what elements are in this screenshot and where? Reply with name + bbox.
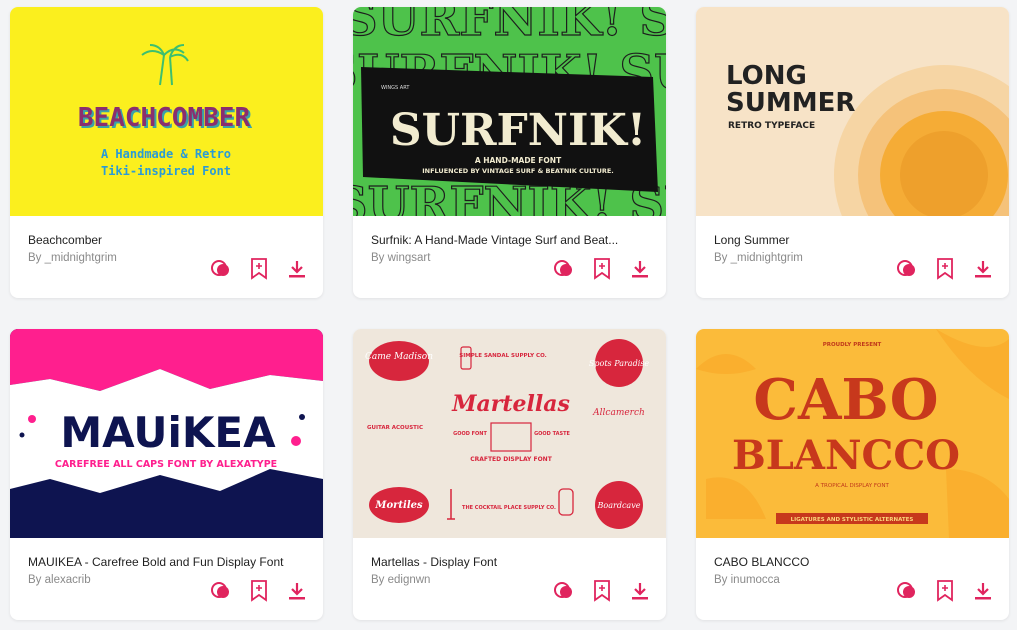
thumb-subline: CAREFREE ALL CAPS FONT BY ALEXATYPE xyxy=(55,459,277,470)
font-card[interactable]: LONG SUMMER RETRO TYPEFACE Long Summer B… xyxy=(696,7,1009,298)
card-actions xyxy=(209,579,309,603)
thumb-subline: A HAND-MADE FONT xyxy=(475,156,562,165)
download-icon xyxy=(289,583,305,600)
download-icon xyxy=(289,261,305,278)
bookmark-add-icon xyxy=(251,580,267,602)
font-card[interactable]: Came Madison Spots Paradise SIMPLE SANDA… xyxy=(353,329,666,620)
card-actions xyxy=(552,257,652,281)
bookmark-add-icon xyxy=(594,258,610,280)
thumb-subline: Tiki-inspired Font xyxy=(101,164,231,178)
thumb-headline: MAUiKEA xyxy=(60,408,276,457)
font-preview-image[interactable]: SURFNIK! SU SURFNIK! SU SURFNIK! SUR WIN… xyxy=(353,7,666,216)
svg-text:LIGATURES AND STYLISTIC ALTERN: LIGATURES AND STYLISTIC ALTERNATES xyxy=(791,517,914,523)
svg-text:A TROPICAL DISPLAY FONT: A TROPICAL DISPLAY FONT xyxy=(815,483,889,489)
font-author[interactable]: By edignwn xyxy=(371,574,430,586)
card-actions xyxy=(209,257,309,281)
font-card[interactable]: BEACHCOMBER BEACHCOMBER A Handmade & Ret… xyxy=(10,7,323,298)
font-preview-image[interactable]: MAUiKEA CAREFREE ALL CAPS FONT BY ALEXAT… xyxy=(10,329,323,538)
svg-text:GOOD TASTE: GOOD TASTE xyxy=(534,431,570,437)
thumb-subline: RETRO TYPEFACE xyxy=(728,121,815,131)
thumb-brand: WINGS ART xyxy=(381,85,410,91)
font-author[interactable]: By _midnightgrim xyxy=(28,252,117,264)
colors-button[interactable] xyxy=(895,257,919,281)
colors-icon xyxy=(211,260,229,276)
svg-text:Boardcave: Boardcave xyxy=(597,501,641,510)
svg-text:SURFNIK! SU: SURFNIK! SU xyxy=(353,7,666,47)
download-icon xyxy=(975,583,991,600)
download-button[interactable] xyxy=(628,257,652,281)
svg-text:GOOD FONT: GOOD FONT xyxy=(453,431,487,437)
colors-button[interactable] xyxy=(552,257,576,281)
colors-icon xyxy=(211,582,229,598)
font-title[interactable]: CABO BLANCCO xyxy=(714,555,994,569)
svg-text:Allcamerch: Allcamerch xyxy=(592,408,645,418)
thumb-headline: LONG xyxy=(726,61,807,91)
font-card[interactable]: SURFNIK! SU SURFNIK! SU SURFNIK! SUR WIN… xyxy=(353,7,666,298)
font-author[interactable]: By inumocca xyxy=(714,574,780,586)
card-actions xyxy=(895,579,995,603)
font-title[interactable]: Beachcomber xyxy=(28,233,308,247)
thumb-headline: BLANCCO xyxy=(732,432,960,479)
card-actions xyxy=(552,579,652,603)
font-title[interactable]: Long Summer xyxy=(714,233,994,247)
thumb-subline: CRAFTED DISPLAY FONT xyxy=(470,456,553,463)
colors-icon xyxy=(897,260,915,276)
bookmark-button[interactable] xyxy=(247,579,271,603)
bookmark-add-icon xyxy=(594,580,610,602)
download-icon xyxy=(632,261,648,278)
download-button[interactable] xyxy=(971,579,995,603)
download-button[interactable] xyxy=(285,257,309,281)
svg-text:GUITAR ACOUSTIC: GUITAR ACOUSTIC xyxy=(367,425,423,431)
font-card[interactable]: PROUDLY PRESENT CABO BLANCCO A TROPICAL … xyxy=(696,329,1009,620)
thumb-subline: INFLUENCED BY VINTAGE SURF & BEATNIK CUL… xyxy=(422,167,614,175)
card-actions xyxy=(895,257,995,281)
font-preview-image[interactable]: Came Madison Spots Paradise SIMPLE SANDA… xyxy=(353,329,666,538)
colors-icon xyxy=(897,582,915,598)
thumb-subline: A Handmade & Retro xyxy=(101,147,231,161)
colors-button[interactable] xyxy=(209,579,233,603)
thumb-headline: BEACHCOMBER xyxy=(78,103,251,133)
download-icon xyxy=(632,583,648,600)
svg-text:Mortiles: Mortiles xyxy=(374,500,423,511)
font-card[interactable]: MAUiKEA CAREFREE ALL CAPS FONT BY ALEXAT… xyxy=(10,329,323,620)
thumb-headline: SURFNIK! xyxy=(390,105,646,156)
colors-button[interactable] xyxy=(209,257,233,281)
thumb-headline: Martellas xyxy=(451,391,570,417)
bookmark-add-icon xyxy=(251,258,267,280)
download-button[interactable] xyxy=(971,257,995,281)
font-preview-image[interactable]: LONG SUMMER RETRO TYPEFACE xyxy=(696,7,1009,216)
colors-button[interactable] xyxy=(552,579,576,603)
font-author[interactable]: By wingsart xyxy=(371,252,430,264)
font-title[interactable]: Martellas - Display Font xyxy=(371,555,651,569)
svg-text:Came Madison: Came Madison xyxy=(365,352,433,362)
thumb-brand: PROUDLY PRESENT xyxy=(823,342,882,348)
font-author[interactable]: By alexacrib xyxy=(28,574,91,586)
colors-button[interactable] xyxy=(895,579,919,603)
font-title[interactable]: Surfnik: A Hand-Made Vintage Surf and Be… xyxy=(371,233,651,247)
bookmark-add-icon xyxy=(937,580,953,602)
download-button[interactable] xyxy=(285,579,309,603)
colors-icon xyxy=(554,260,572,276)
bookmark-button[interactable] xyxy=(590,579,614,603)
svg-text:SIMPLE SANDAL SUPPLY CO.: SIMPLE SANDAL SUPPLY CO. xyxy=(459,353,546,359)
font-preview-image[interactable]: BEACHCOMBER BEACHCOMBER A Handmade & Ret… xyxy=(10,7,323,216)
bookmark-button[interactable] xyxy=(247,257,271,281)
bookmark-button[interactable] xyxy=(933,579,957,603)
font-grid: BEACHCOMBER BEACHCOMBER A Handmade & Ret… xyxy=(0,0,1017,630)
font-title[interactable]: MAUIKEA - Carefree Bold and Fun Display … xyxy=(28,555,308,569)
bookmark-button[interactable] xyxy=(933,257,957,281)
bookmark-add-icon xyxy=(937,258,953,280)
svg-text:THE COCKTAIL PLACE SUPPLY CO.: THE COCKTAIL PLACE SUPPLY CO. xyxy=(462,505,556,511)
download-icon xyxy=(975,261,991,278)
bookmark-button[interactable] xyxy=(590,257,614,281)
font-author[interactable]: By _midnightgrim xyxy=(714,252,803,264)
thumb-headline: CABO xyxy=(753,367,938,433)
download-button[interactable] xyxy=(628,579,652,603)
colors-icon xyxy=(554,582,572,598)
svg-text:Spots Paradise: Spots Paradise xyxy=(589,359,649,368)
thumb-headline: SUMMER xyxy=(726,88,855,118)
font-preview-image[interactable]: PROUDLY PRESENT CABO BLANCCO A TROPICAL … xyxy=(696,329,1009,538)
